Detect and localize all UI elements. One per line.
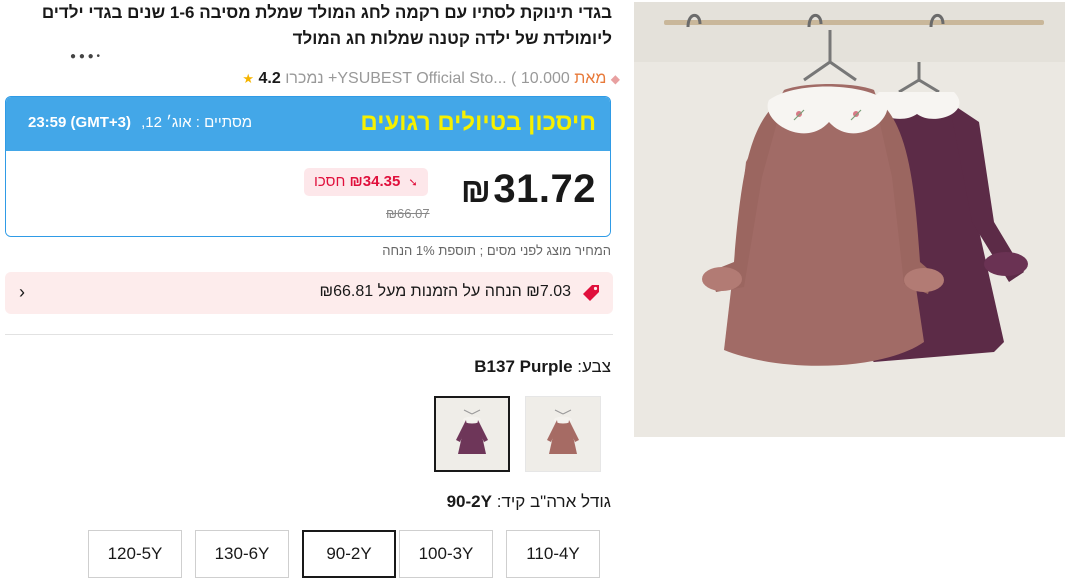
size-selected-value: 90-2Y [446, 492, 492, 511]
tax-note: המחיר מוצג לפני מסים ; תוספת 1% הנחה [382, 243, 611, 258]
size-label-key: גודל ארה"ב קיד: [496, 492, 611, 511]
sale-ends-time: 23:59 (GMT+3) [28, 114, 131, 131]
price-value: 31.72 [493, 167, 596, 211]
sale-header: חיסכון בטיולים רגועים מסתיים : אוג׳ 12, … [6, 97, 610, 151]
color-selected-value: B137 Purple [474, 357, 573, 376]
color-label: צבע: B137 Purple [474, 357, 611, 377]
arrow-down-icon: ➘ [408, 177, 418, 189]
product-info-panel: בגדי תינוקת לסתיו עם רקמה לחג המולד שמלת… [0, 0, 620, 582]
divider [5, 334, 613, 335]
sale-box: חיסכון בטיולים רגועים מסתיים : אוג׳ 12, … [5, 96, 611, 237]
old-price: ₪66.07 [386, 206, 430, 221]
size-option-100-3y[interactable]: 100-3Y [399, 530, 493, 578]
sale-ends-label: מסתיים : אוג׳ 12, [141, 114, 253, 131]
save-amount: ₪34.35 [349, 173, 401, 190]
store-suffix: מאת [574, 70, 607, 87]
store-name-link[interactable]: YSUBEST Official Sto... [337, 70, 506, 87]
size-option-110-4y[interactable]: 110-4Y [506, 530, 600, 578]
sale-ends: מסתיים : אוג׳ 12, 23:59 (GMT+3) [28, 114, 252, 131]
truncated-row: • ● ● ● [70, 52, 100, 62]
size-option-130-6y[interactable]: 130-6Y [195, 530, 289, 578]
color-swatch-pink[interactable] [525, 396, 601, 472]
product-image[interactable] [634, 2, 1065, 437]
save-badge: ➘ ₪34.35 חסכו [304, 168, 428, 196]
currency-symbol: ₪ [460, 172, 492, 210]
color-swatch-purple[interactable] [434, 396, 510, 472]
coupon-banner[interactable]: ₪7.03 הנחה על הזמנות מעל ₪66.81 ‹ [5, 272, 613, 314]
sale-body: ₪31.72 ➘ ₪34.35 חסכו ₪66.07 [6, 151, 610, 236]
store-icon: ◆ [610, 72, 620, 86]
rating-value: 4.2 [258, 70, 281, 87]
size-option-90-2y[interactable]: 90-2Y [302, 530, 396, 578]
pink-dress-thumbnail [533, 404, 593, 464]
color-label-key: צבע: [577, 357, 611, 376]
sale-title: חיסכון בטיולים רגועים [360, 109, 596, 136]
store-info-row: ◆ מאת YSUBEST Official Sto... ( 10.000+ … [0, 68, 620, 90]
current-price: ₪31.72 [461, 167, 596, 212]
chevron-left-icon[interactable]: ‹ [19, 282, 25, 303]
coupon-text: ₪7.03 הנחה על הזמנות מעל ₪66.81 [319, 283, 571, 300]
tag-icon [583, 285, 599, 301]
product-title: בגדי תינוקת לסתיו עם רקמה לחג המולד שמלת… [41, 3, 612, 48]
save-label: חסכו [314, 173, 346, 190]
purple-dress-thumbnail [442, 404, 502, 464]
size-option-120-5y[interactable]: 120-5Y [88, 530, 182, 578]
size-label: גודל ארה"ב קיד: 90-2Y [447, 492, 611, 512]
star-icon: ★ [242, 71, 255, 86]
